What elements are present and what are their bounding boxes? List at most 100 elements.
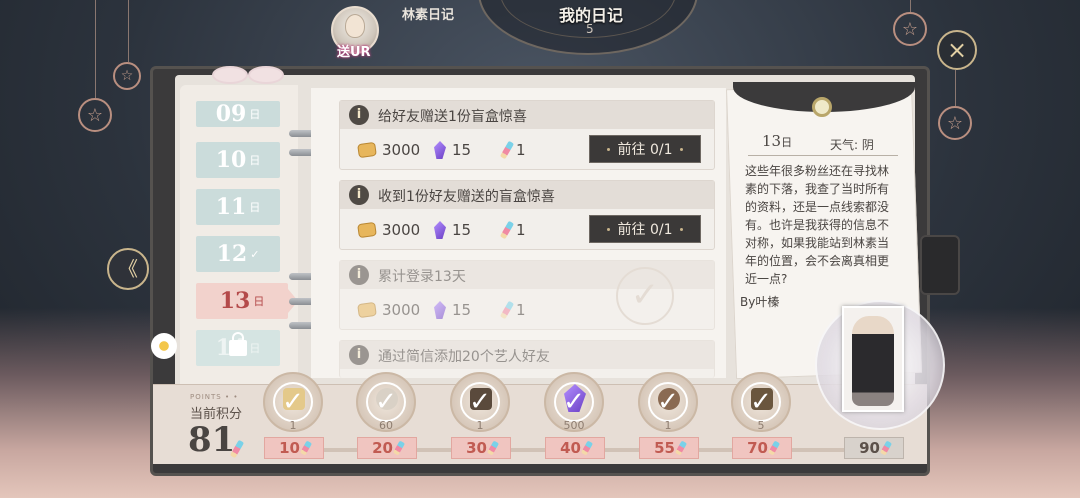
pen-reward: 1 — [499, 220, 526, 240]
claimed-check-icon: ✓ — [741, 382, 781, 422]
note-signature: By叶榛 — [740, 295, 780, 309]
go-button-label: 前往 0/1 — [617, 222, 673, 238]
milestone-reward-20[interactable]: ✓ 60 — [356, 372, 416, 432]
note-date-unit: 日 — [781, 136, 793, 149]
pen-point-icon — [674, 440, 688, 456]
gem-reward: 15 — [434, 301, 471, 319]
pen-amount: 1 — [516, 141, 526, 159]
gold-coin-icon — [357, 301, 377, 319]
note-date-number: 13 — [762, 132, 782, 150]
day-tab-number: 13 — [219, 288, 251, 314]
day-tab-13[interactable]: 13 日 — [196, 283, 298, 319]
task-title: 通过简信添加20个艺人好友 — [378, 349, 550, 365]
milestone-threshold: 40 — [545, 437, 605, 459]
back-button[interactable]: 《 — [107, 248, 149, 290]
gold-coin-icon — [357, 221, 377, 239]
threshold-value: 70 — [747, 439, 768, 457]
note-pin-icon — [812, 97, 832, 117]
star-ornament-icon: ☆ — [893, 12, 927, 46]
gold-amount: 3000 — [382, 221, 421, 239]
pen-point-icon — [499, 220, 515, 240]
completed-check-icon: ✓ — [616, 267, 674, 325]
reward-quantity: 60 — [379, 419, 393, 432]
task-title: 累计登录13天 — [378, 269, 466, 285]
lock-icon — [229, 332, 247, 356]
milestone-reward-30[interactable]: ✓ 1 — [450, 372, 510, 432]
reward-quantity: 1 — [664, 419, 672, 432]
gold-amount: 3000 — [382, 301, 421, 319]
info-icon[interactable]: i — [349, 345, 369, 365]
info-icon[interactable]: i — [349, 265, 369, 285]
avatar-badge-label: 送UR — [337, 45, 371, 60]
tab-my-diary[interactable]: 我的日记 — [559, 2, 623, 26]
milestone-threshold: 30 — [451, 437, 511, 459]
ornament-string — [955, 70, 956, 106]
pen-reward: 1 — [499, 300, 526, 320]
milestone-reward-55[interactable]: ✓ 1 — [638, 372, 698, 432]
gold-reward: 3000 — [357, 141, 421, 159]
day-tab-number: 12 — [216, 241, 248, 267]
pen-amount: 1 — [516, 301, 526, 319]
task-card-completed: i 累计登录13天 3000 15 1 ✓ — [339, 260, 715, 330]
ornament-string — [910, 0, 911, 12]
gold-amount: 3000 — [382, 141, 421, 159]
milestone-reward-40[interactable]: ✓ 500 — [544, 372, 604, 432]
claimed-check-icon: ✓ — [460, 382, 500, 422]
go-button[interactable]: 前往 0/1 — [589, 135, 701, 163]
double-chevron-left-icon: 《 — [118, 257, 138, 281]
ur-gift-avatar-button[interactable]: 送UR — [331, 6, 379, 60]
day-tab-10[interactable]: 10 日 — [196, 142, 280, 178]
note-weather: 天气: 阴 — [830, 138, 874, 152]
ornament-string — [95, 0, 96, 98]
info-icon[interactable]: i — [349, 105, 369, 125]
ribbon-bow-icon — [208, 60, 288, 94]
tab-linsu-diary[interactable]: 林素日记 — [402, 4, 454, 23]
gem-reward: 15 — [434, 221, 471, 239]
pen-amount: 1 — [516, 221, 526, 239]
info-icon[interactable]: i — [349, 185, 369, 205]
milestone-threshold: 10 — [264, 437, 324, 459]
day-tab-number: 10 — [215, 147, 247, 173]
day-tab-number: 09 — [215, 101, 247, 127]
note-date: 13日 — [762, 132, 792, 150]
note-divider — [748, 155, 898, 156]
day-tab-12[interactable]: 12 ✓ — [196, 236, 280, 272]
pen-reward: 1 — [499, 140, 526, 160]
milestone-threshold-final: 90 — [844, 437, 904, 459]
milestone-reward-10[interactable]: ✓ 1 — [263, 372, 323, 432]
reward-quantity: 500 — [563, 419, 585, 432]
milestone-threshold: 20 — [357, 437, 417, 459]
threshold-value: 30 — [466, 439, 487, 457]
crystal-gem-icon — [434, 141, 446, 159]
threshold-value: 40 — [560, 439, 581, 457]
task-card: i 给好友赠送1份盲盒惊喜 3000 15 1 前往 0/1 — [339, 100, 715, 170]
star-ornament-icon: ☆ — [938, 106, 972, 140]
milestone-reward-70[interactable]: ✓ 5 — [731, 372, 791, 432]
star-ornament-icon: ☆ — [113, 62, 141, 90]
milestone-threshold: 55 — [639, 437, 699, 459]
gem-amount: 15 — [452, 301, 472, 319]
pen-point-icon — [486, 440, 500, 456]
close-button[interactable]: × — [937, 30, 977, 70]
threshold-value: 55 — [654, 439, 675, 457]
note-body-text: 这些年很多粉丝还在寻找林素的下落，我查了当时所有的资料，还是一点线索都没有。也许… — [745, 164, 890, 286]
day-tab-11[interactable]: 11 日 — [196, 189, 280, 225]
pen-point-icon — [299, 440, 313, 456]
star-ornament-icon: ☆ — [78, 98, 112, 132]
pen-point-icon — [879, 440, 893, 456]
day-tab-09[interactable]: 09 日 — [196, 101, 280, 127]
go-button[interactable]: 前往 0/1 — [589, 215, 701, 243]
threshold-value: 20 — [372, 439, 393, 457]
daisy-flower-icon — [151, 333, 177, 359]
reward-quantity: 1 — [476, 419, 484, 432]
character-portrait-icon — [852, 316, 894, 406]
crystal-gem-icon — [434, 301, 446, 319]
pen-point-icon — [580, 440, 594, 456]
day-tab-unit: 日 — [249, 342, 261, 355]
gem-amount: 15 — [452, 221, 472, 239]
gem-amount: 15 — [452, 141, 472, 159]
pen-point-icon — [499, 140, 515, 160]
day-tab-number: 11 — [215, 194, 247, 220]
day-tab-unit: 日 — [249, 201, 261, 214]
pen-point-icon — [392, 440, 406, 456]
